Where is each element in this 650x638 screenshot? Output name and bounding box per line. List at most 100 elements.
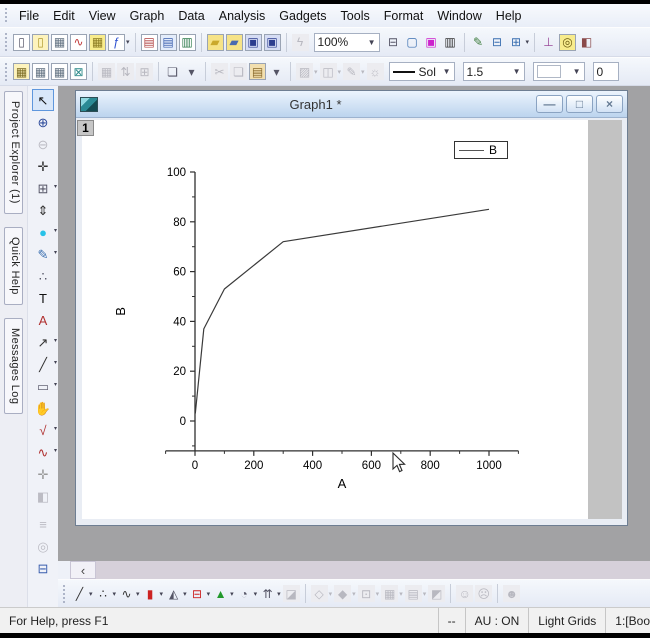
3d-scatter-dropdown-icon[interactable]: ▾ [329,590,333,598]
restore-button[interactable]: □ [566,95,593,113]
menu-analysis[interactable]: Analysis [212,6,273,26]
line-tool-icon[interactable]: ╱ ▾ [32,353,57,375]
close-button[interactable]: × [596,95,623,113]
polar-plot-icon[interactable]: ◔ ▾ [236,585,258,602]
tab-project-explorer[interactable]: Project Explorer (1) [4,91,23,214]
plot-area[interactable]: 0 200 400 600 800 1000 0 20 40 60 80 100 A B [82,120,588,519]
3d-surface-dropdown-icon[interactable]: ▾ [352,590,356,598]
graph-page[interactable]: 0 200 400 600 800 1000 0 20 40 60 80 100 A B B [82,120,588,519]
tab-messages-log[interactable]: Messages Log [4,317,23,414]
insert-graph-dropdown-icon[interactable]: ▾ [54,447,57,454]
fill-color-dropdown-icon[interactable]: ▾ [314,68,318,76]
area-plot-dropdown-icon[interactable]: ▾ [183,590,187,598]
toolbar-grip[interactable] [4,62,9,81]
menu-data[interactable]: Data [171,6,211,26]
rectangle-tool-icon[interactable]: ▭ ▾ [32,375,57,397]
layer-number-badge[interactable]: 1 [77,120,94,136]
menu-file[interactable]: File [12,6,46,26]
border-color-combo[interactable]: ▼ [532,62,585,81]
line-width-combo[interactable]: 1.5 ▼ [462,62,525,81]
chevron-down-icon[interactable]: ▼ [509,67,521,76]
template-3d-icon[interactable]: ◪ [282,585,300,603]
heatmap-plot-icon[interactable]: ▤ ▾ [404,585,427,603]
toolbar-overflow-icon[interactable]: ▾ [268,63,285,80]
cluster-tool-icon[interactable]: ∴ [32,265,54,287]
draw-data-dropdown-icon[interactable]: ▾ [54,249,57,256]
line-color-dropdown-icon[interactable]: ▾ [361,68,365,76]
line-plot-icon[interactable]: ╱ ▾ [71,585,93,602]
import-wizard-icon[interactable]: ▦ [13,63,30,80]
save-template-icon[interactable]: ▣ [263,33,281,51]
split-workspace-icon[interactable]: ⊟ [489,34,506,51]
arrange-windows-icon[interactable]: ⊞ ▾ [508,34,529,51]
image-plot-icon[interactable]: ◩ [428,585,446,603]
new-notes-icon[interactable]: ▤ [159,33,177,51]
vector-plot-dropdown-icon[interactable]: ▾ [277,590,281,598]
line-symbol-plot-dropdown-icon[interactable]: ▾ [136,590,140,598]
scatter-plot-icon[interactable]: ∴ ▾ [95,585,117,602]
video-capture-icon[interactable]: ▣ [423,34,440,51]
new-function-dropdown-icon[interactable]: ▾ [126,38,130,46]
line-tool-dropdown-icon[interactable]: ▾ [54,359,57,366]
menu-help[interactable]: Help [489,6,529,26]
tab-quick-help[interactable]: Quick Help [4,226,23,305]
menu-tools[interactable]: Tools [334,6,377,26]
line-symbol-plot-icon[interactable]: ∿ ▾ [118,585,140,602]
highlight-icon[interactable]: ☼ [366,63,384,80]
chevron-down-icon[interactable]: ▼ [569,67,581,76]
rotate-3d-icon[interactable]: ◧ [32,485,54,507]
line-plot-dropdown-icon[interactable]: ▾ [89,590,93,598]
scatter-plot-dropdown-icon[interactable]: ▾ [113,590,117,598]
script-runner-icon[interactable]: ϟ [291,33,309,51]
legend-box[interactable]: B [454,141,508,159]
border-width-combo[interactable]: 0 [592,62,619,81]
rectangle-tool-dropdown-icon[interactable]: ▾ [54,381,57,388]
text-tool-icon[interactable]: T [32,287,54,309]
regional-zoom-icon[interactable]: ⊞ ▾ [32,177,57,199]
mask-tool-icon[interactable]: ● ▾ [32,221,57,243]
menu-view[interactable]: View [82,6,123,26]
copy-icon[interactable]: ❏ [230,63,247,80]
status-auto-update[interactable]: AU : ON [464,608,529,633]
arrow-tool-icon[interactable]: ↗ ▾ [32,331,57,353]
new-matrix-icon[interactable]: ▦ [89,33,106,51]
new-project-icon[interactable]: ▯ [13,33,30,51]
layer-contents-icon[interactable]: ⊟ [32,557,54,579]
cut-icon[interactable]: ✂ [211,63,228,80]
film-strip-icon[interactable]: ▥ [442,34,459,51]
area-plot-icon[interactable]: ◭ ▾ [165,585,187,602]
unmask-points-icon[interactable]: ☹ [475,585,493,603]
multi-curve-plot-icon[interactable]: ▲ ▾ [212,585,234,602]
pattern-dropdown-icon[interactable]: ▾ [338,68,342,76]
new-layout-icon[interactable]: ▤ [140,33,158,51]
reimport-icon[interactable]: ⊠ [70,63,87,80]
screen-reader-icon[interactable]: ✛ [32,155,54,177]
menu-gadgets[interactable]: Gadgets [272,6,333,26]
duplicate-window-icon[interactable]: ❏ [164,63,181,80]
toolbar-overflow-icon[interactable]: ▾ [183,63,200,80]
new-function-icon[interactable]: ƒ ▾ [108,33,130,51]
spiral-icon[interactable]: ◎ [32,535,54,557]
chevron-down-icon[interactable]: ▼ [364,38,376,47]
minimize-button[interactable]: — [536,95,563,113]
heatmap-plot-dropdown-icon[interactable]: ▾ [423,590,427,598]
new-folder-icon[interactable]: ▯ [32,33,49,51]
regional-zoom-dropdown-icon[interactable]: ▾ [54,183,57,190]
draw-data-icon[interactable]: ✎ ▾ [32,243,57,265]
arrow-tool-dropdown-icon[interactable]: ▾ [54,337,57,344]
graph-window-icon[interactable] [80,96,98,112]
column-plot-icon[interactable]: ▮ ▾ [142,585,163,602]
screen-capture-icon[interactable]: ◧ [578,34,595,51]
open-icon[interactable]: ▰ [206,33,224,51]
formula-tool-icon[interactable]: √ ▾ [32,419,57,441]
vector-plot-icon[interactable]: ⇈ ▾ [259,585,281,602]
contour-plot-icon[interactable]: ▦ ▾ [381,585,403,603]
sort-icon[interactable]: ⇅ [117,63,134,80]
import-multiple-ascii-icon[interactable]: ▦ [51,63,68,80]
pan-axes-icon[interactable]: ✛ [32,463,54,485]
fill-color-icon[interactable]: ▨ ▾ [296,63,318,80]
open-template-icon[interactable]: ▰ [225,33,243,51]
polar-plot-dropdown-icon[interactable]: ▾ [254,590,258,598]
menu-window[interactable]: Window [430,6,488,26]
line-style-combo[interactable]: Sol ▼ [388,62,455,81]
